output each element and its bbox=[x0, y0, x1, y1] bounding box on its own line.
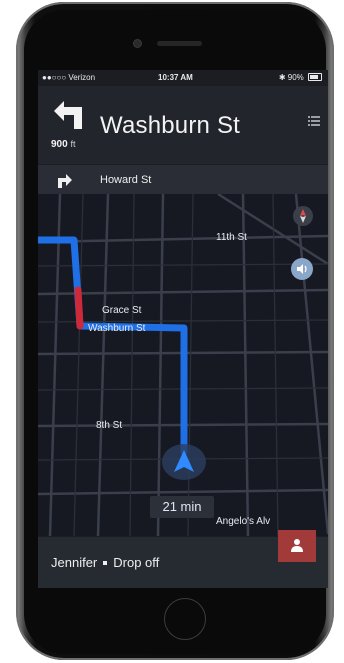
battery-status: ✱ 90% bbox=[279, 73, 322, 82]
turn-right-arrow-icon bbox=[58, 174, 72, 188]
compass-icon[interactable] bbox=[293, 206, 313, 226]
bluetooth-icon: ✱ bbox=[278, 73, 286, 82]
battery-percent: 90% bbox=[287, 73, 304, 82]
speaker-icon bbox=[297, 264, 307, 274]
eta-badge: 21 min bbox=[150, 496, 214, 518]
trip-summary: Jennifer Drop off bbox=[51, 555, 159, 570]
distance-unit: ft bbox=[70, 139, 76, 149]
person-icon bbox=[291, 539, 303, 552]
traffic-segment bbox=[74, 286, 84, 330]
next-turn-bar: Howard St bbox=[38, 164, 328, 195]
sound-toggle-button[interactable] bbox=[291, 258, 313, 280]
street-label-11th: 11th St bbox=[216, 232, 247, 243]
carrier-label: ●●○○○ Verizon bbox=[42, 73, 96, 82]
street-label-angelos: Angelo's Alv bbox=[216, 516, 271, 527]
map-streets bbox=[38, 194, 328, 536]
rider-profile-button[interactable] bbox=[278, 530, 316, 562]
rider-name: Jennifer bbox=[51, 555, 98, 570]
home-button[interactable] bbox=[164, 598, 206, 640]
street-label-grace: Grace St bbox=[102, 305, 142, 316]
separator-dot bbox=[103, 560, 108, 565]
turn-instruction-panel: Washburn St 900 ft bbox=[38, 86, 328, 164]
next-turn-street: Howard St bbox=[100, 174, 152, 186]
distance-value: 900 bbox=[51, 139, 68, 150]
battery-icon bbox=[308, 73, 322, 81]
list-menu-icon[interactable] bbox=[308, 116, 320, 126]
turn-left-arrow-icon bbox=[54, 101, 82, 129]
trip-action: Drop off bbox=[113, 555, 160, 570]
screen: ●●○○○ Verizon 10:37 AM ✱ 90% Washburn St… bbox=[38, 70, 328, 588]
status-time: 10:37 AM bbox=[158, 73, 193, 82]
earpiece-speaker bbox=[157, 41, 202, 46]
navigation-map[interactable]: 11th St Grace St Washburn St 8th St Ange… bbox=[38, 194, 328, 536]
distance-to-turn: 900 ft bbox=[51, 139, 75, 150]
current-street-name: Washburn St bbox=[100, 112, 241, 139]
status-bar: ●●○○○ Verizon 10:37 AM ✱ 90% bbox=[38, 70, 328, 86]
street-label-washburn: Washburn St bbox=[88, 323, 146, 334]
front-camera bbox=[134, 40, 141, 47]
street-label-8th: 8th St bbox=[96, 420, 123, 431]
